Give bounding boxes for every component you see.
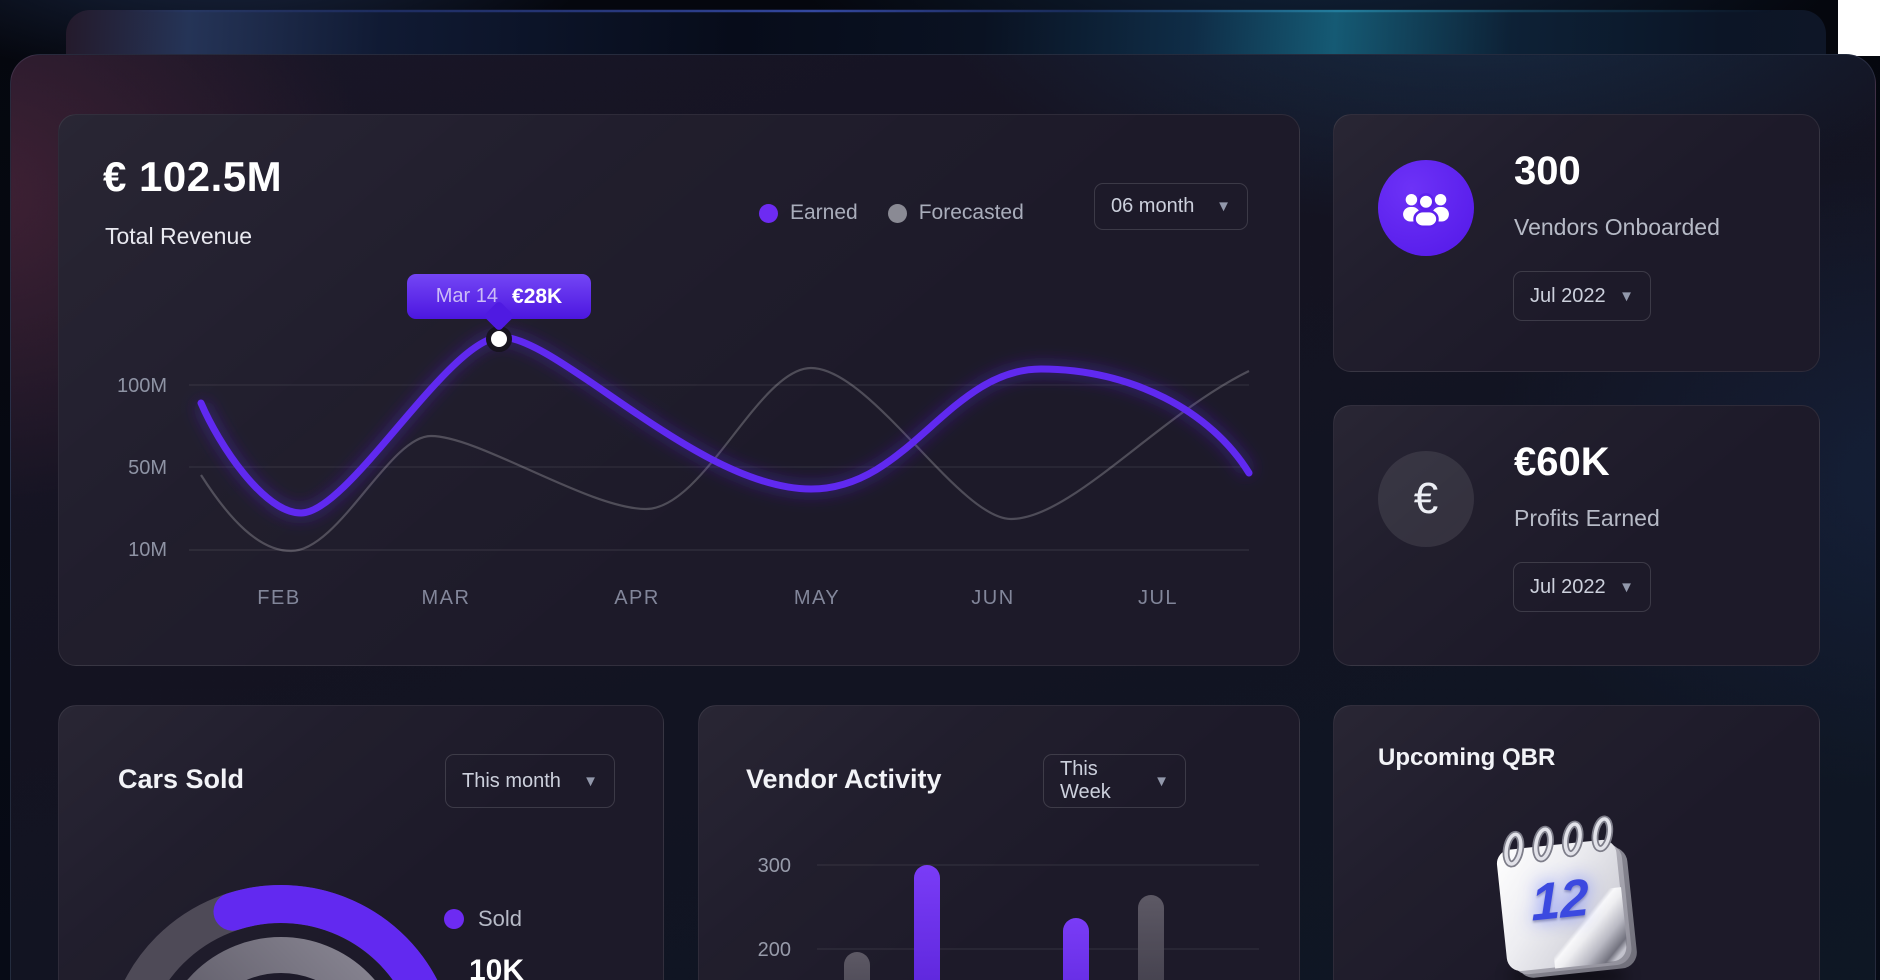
tooltip-value: €28K — [512, 285, 562, 309]
profits-month-value: Jul 2022 — [1530, 576, 1606, 599]
chevron-down-icon: ▼ — [1619, 579, 1634, 596]
vendors-value: 300 — [1514, 149, 1581, 194]
vendors-month-value: Jul 2022 — [1530, 285, 1606, 308]
donut-inner-ring — [175, 955, 387, 980]
x-label-may: MAY — [794, 587, 840, 609]
sold-legend: Sold — [444, 906, 522, 932]
bar-1 — [844, 952, 870, 980]
bar-4 — [1063, 918, 1089, 980]
bar-2 — [914, 865, 940, 980]
y-label-300: 300 — [758, 855, 791, 877]
x-label-feb: FEB — [257, 587, 300, 609]
x-label-apr: APR — [614, 587, 660, 609]
dashboard-app: € 102.5M Total Revenue Earned Forecasted… — [0, 0, 1880, 980]
x-label-jun: JUN — [971, 587, 1014, 609]
sold-label: Sold — [478, 906, 522, 932]
profits-label: Profits Earned — [1514, 505, 1660, 532]
cars-sold-donut-chart — [59, 706, 664, 980]
sold-dot-icon — [444, 909, 464, 929]
people-icon — [1378, 160, 1474, 256]
cars-sold-total: 10K — [469, 954, 524, 980]
vendors-onboarded-card: 300 Vendors Onboarded Jul 2022 ▼ — [1333, 114, 1820, 372]
y-label-50m: 50M — [128, 457, 167, 479]
y-label-100m: 100M — [117, 375, 167, 397]
data-point-marker — [489, 329, 510, 350]
euro-icon: € — [1378, 451, 1474, 547]
y-label-200: 200 — [758, 939, 791, 961]
vendors-label: Vendors Onboarded — [1514, 214, 1720, 241]
vendor-activity-bar-chart: 300 200 — [699, 706, 1300, 980]
vendors-month-dropdown[interactable]: Jul 2022 ▼ — [1513, 271, 1651, 321]
earned-line — [201, 337, 1249, 513]
calendar-illustration: 12 — [1484, 804, 1654, 980]
chart-tooltip: Mar 14 €28K — [407, 274, 591, 319]
x-label-jul: JUL — [1138, 587, 1178, 609]
upcoming-qbr-card: Upcoming QBR — [1333, 705, 1820, 980]
revenue-line-chart: 100M 50M 10M FEB MAR APR MAY JUN JUL — [59, 115, 1300, 666]
total-revenue-card: € 102.5M Total Revenue Earned Forecasted… — [58, 114, 1300, 666]
y-label-10m: 10M — [128, 539, 167, 561]
calendar-day-number: 12 — [1500, 864, 1619, 936]
bar-5 — [1138, 895, 1164, 980]
profits-month-dropdown[interactable]: Jul 2022 ▼ — [1513, 562, 1651, 612]
profits-earned-card: € €60K Profits Earned Jul 2022 ▼ — [1333, 405, 1820, 666]
cars-sold-card: Cars Sold This month ▼ Sold 10K — [58, 705, 664, 980]
upcoming-qbr-title: Upcoming QBR — [1378, 744, 1555, 772]
vendor-activity-card: Vendor Activity This Week ▼ 300 — [698, 705, 1300, 980]
x-label-mar: MAR — [422, 587, 471, 609]
earned-line-glow — [201, 337, 1249, 513]
tooltip-date: Mar 14 — [436, 285, 498, 308]
profits-value: €60K — [1514, 440, 1610, 485]
chevron-down-icon: ▼ — [1619, 288, 1634, 305]
